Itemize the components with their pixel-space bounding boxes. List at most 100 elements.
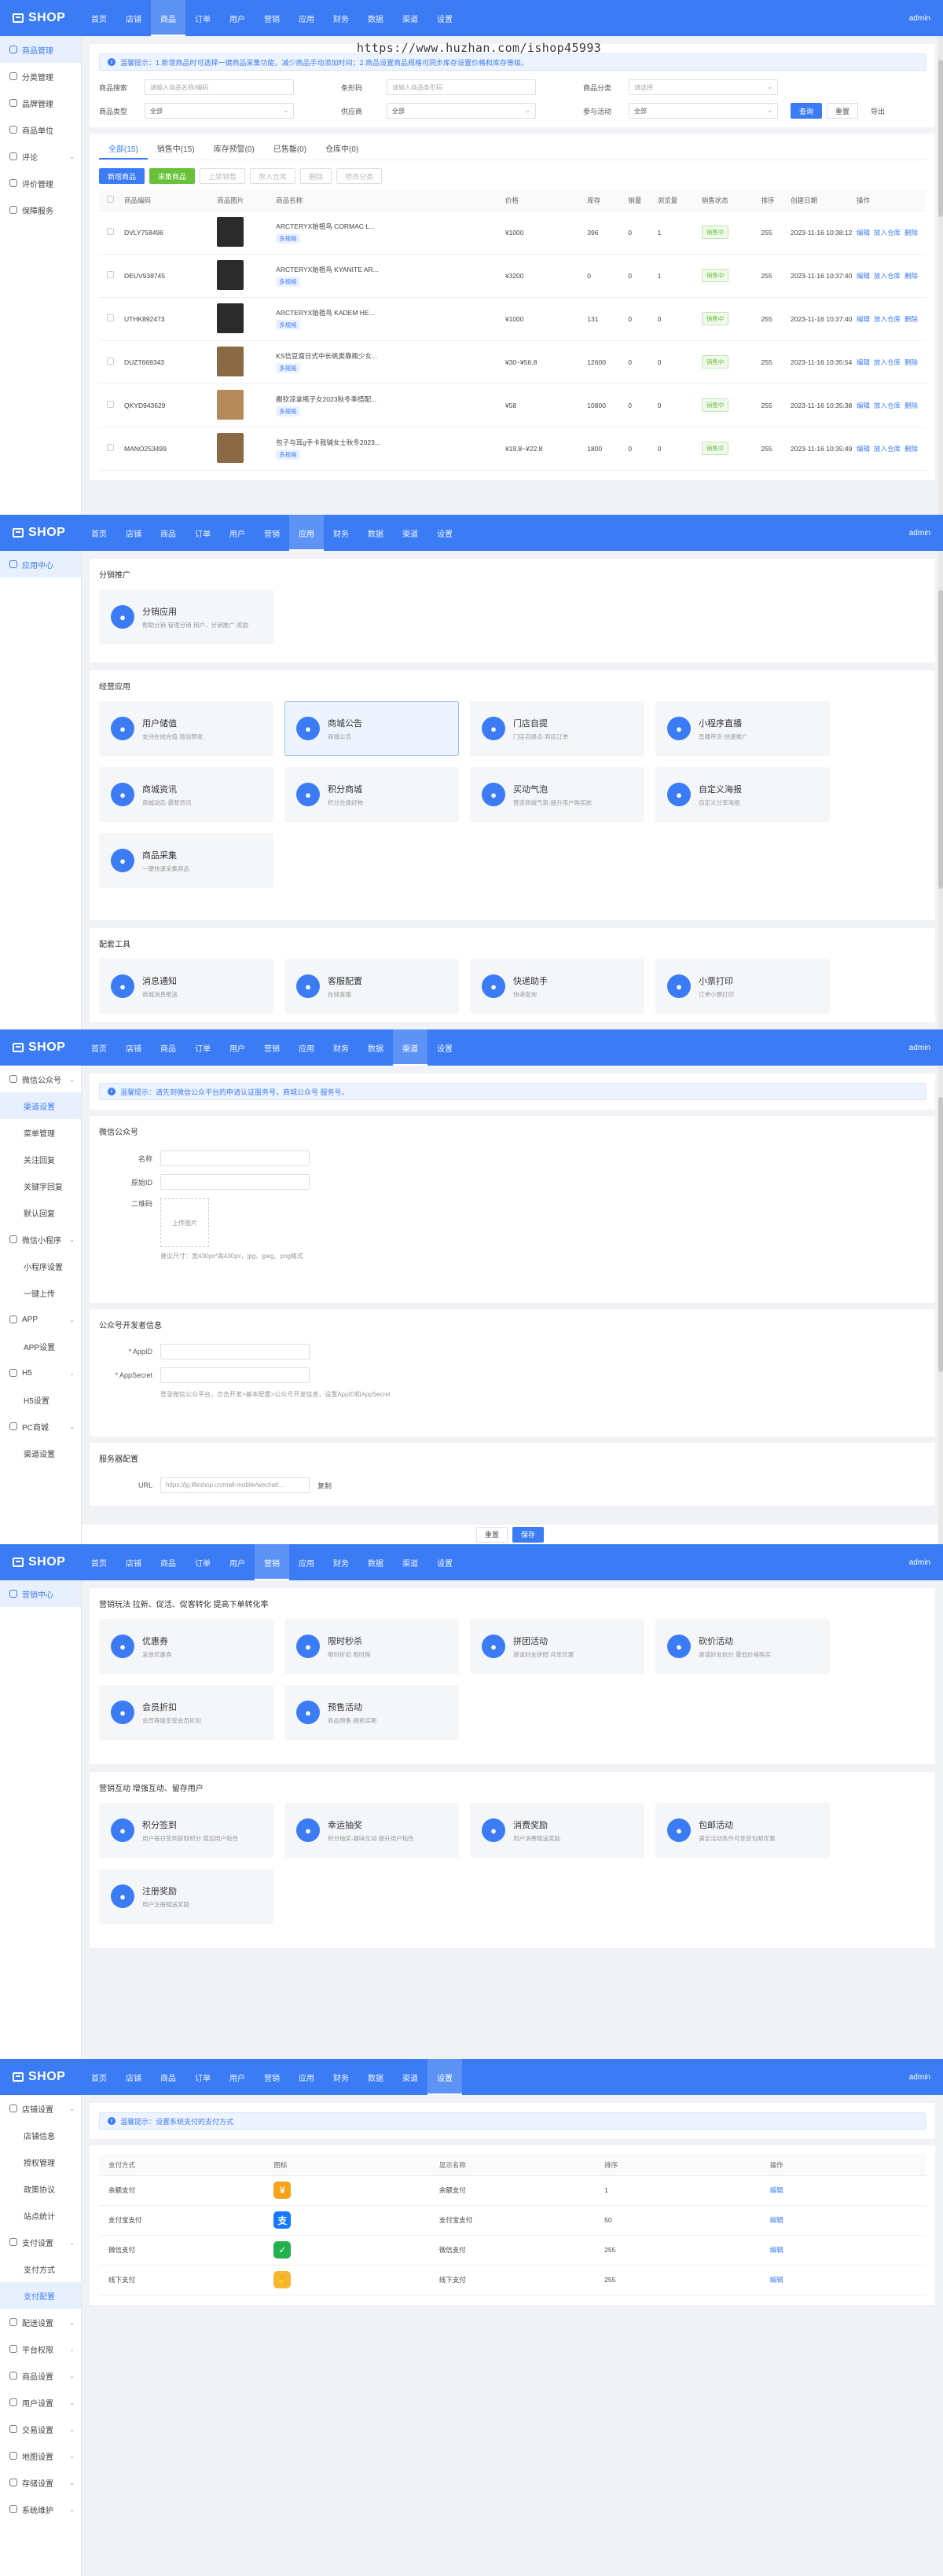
sidebar-item-4[interactable]: 关键字回复: [0, 1172, 81, 1199]
edit-link[interactable]: 编辑: [857, 315, 870, 323]
warehouse-link[interactable]: 放入仓库: [874, 445, 901, 453]
app-card-presale[interactable]: ● 预售活动 商品预售·提前买断: [284, 1685, 459, 1740]
nav-item-3[interactable]: 订单: [185, 515, 220, 551]
status-badge[interactable]: 销售中: [701, 442, 729, 455]
scrollbar-thumb[interactable]: [938, 1097, 943, 1372]
sidebar-item-8[interactable]: 配送设置 ⌄: [0, 2309, 81, 2336]
sidebar-item-3[interactable]: 关注回复: [0, 1146, 81, 1172]
goods-name[interactable]: ARCTERYX始祖鸟 KYANITE AR...: [276, 265, 505, 274]
sidebar-item-11[interactable]: 用户设置 ⌄: [0, 2389, 81, 2416]
warehouse-link[interactable]: 放入仓库: [874, 229, 901, 237]
status-badge[interactable]: 销售中: [701, 312, 729, 325]
app-card-bargain[interactable]: ● 砍价活动 邀请好友砍价 最低价格购买: [655, 1619, 830, 1674]
nav-item-3[interactable]: 订单: [185, 0, 220, 36]
nav-item-0[interactable]: 首页: [82, 515, 116, 551]
save-button[interactable]: 保存: [512, 1526, 545, 1543]
status-badge[interactable]: 销售中: [701, 226, 729, 239]
goods-name[interactable]: ARCTERYX始祖鸟 KADEM HE...: [276, 308, 505, 317]
row-checkbox[interactable]: [107, 271, 114, 278]
nav-item-8[interactable]: 数据: [358, 515, 393, 551]
sidebar-item-5[interactable]: 支付设置 ⌄: [0, 2229, 81, 2255]
sidebar-item-2[interactable]: 授权管理: [0, 2149, 81, 2175]
goods-name[interactable]: KS信豆腐日式中长帆类靠瓶少女...: [276, 351, 505, 361]
nav-item-2[interactable]: 商品: [151, 0, 185, 36]
edit-link[interactable]: 编辑: [770, 2246, 783, 2254]
app-card-service[interactable]: ● 客服配置 在线客服: [284, 959, 459, 1014]
sidebar-item-15[interactable]: 系统维护 ⌄: [0, 2496, 81, 2523]
sidebar-item-5[interactable]: 评价管理: [0, 170, 81, 196]
tab-3[interactable]: 已售罄(0): [264, 137, 316, 160]
collect-goods-button[interactable]: 采集商品: [149, 168, 196, 184]
activity-select[interactable]: 全部 ⌄: [629, 103, 778, 119]
category-select[interactable]: 请选择 ⌄: [629, 79, 778, 95]
row-checkbox[interactable]: [107, 358, 114, 365]
add-goods-button[interactable]: 新增商品: [99, 168, 145, 184]
scrollbar[interactable]: [938, 1066, 943, 1544]
nav-item-1[interactable]: 店铺: [116, 2059, 151, 2095]
nav-item-2[interactable]: 商品: [151, 515, 185, 551]
nav-item-10[interactable]: 设置: [427, 515, 462, 551]
goods-name[interactable]: 包子与耳g手卡我铺女士秋冬2023...: [276, 438, 505, 447]
shop-logo[interactable]: SHOP: [0, 1544, 82, 1580]
app-card-bell[interactable]: ● 商城公告 商城公告: [284, 701, 459, 756]
admin-user[interactable]: admin: [909, 529, 930, 538]
nav-item-6[interactable]: 应用: [289, 1544, 324, 1580]
shop-logo[interactable]: SHOP: [0, 0, 82, 36]
tab-2[interactable]: 库存预警(0): [204, 137, 264, 160]
sidebar-item-7[interactable]: 支付配置: [0, 2282, 81, 2309]
sidebar-item-2[interactable]: 菜单管理: [0, 1119, 81, 1146]
admin-user[interactable]: admin: [909, 2073, 930, 2082]
sidebar-item-3[interactable]: 政策协议: [0, 2175, 81, 2202]
row-checkbox[interactable]: [107, 228, 114, 235]
product-image[interactable]: [217, 303, 244, 333]
row-checkbox[interactable]: [107, 314, 114, 321]
nav-item-9[interactable]: 渠道: [393, 515, 427, 551]
warehouse-link[interactable]: 放入仓库: [874, 358, 901, 366]
url-input[interactable]: https://jg.lifeshop.cn/mall-mobile/wecha…: [160, 1477, 310, 1493]
nav-item-0[interactable]: 首页: [82, 2059, 116, 2095]
sidebar-item-0[interactable]: 微信公众号 ⌄: [0, 1066, 81, 1092]
nav-item-10[interactable]: 设置: [427, 1029, 462, 1066]
nav-item-9[interactable]: 渠道: [393, 1029, 427, 1066]
edit-link[interactable]: 编辑: [857, 229, 870, 237]
nav-item-3[interactable]: 订单: [185, 1544, 220, 1580]
product-image[interactable]: [217, 216, 244, 247]
shop-logo[interactable]: SHOP: [0, 515, 82, 551]
scrollbar[interactable]: [938, 36, 943, 515]
app-card-print[interactable]: ● 小票打印 订单小票打印: [655, 959, 830, 1014]
goods-search-input[interactable]: 请输入商品名称/编码: [145, 79, 294, 95]
sidebar-item-6[interactable]: 保障服务: [0, 196, 81, 223]
nav-item-10[interactable]: 设置: [427, 1544, 462, 1580]
app-card-reward[interactable]: ● 消费奖励 用户消费赠送奖励: [470, 1803, 644, 1858]
reset-button[interactable]: 重置: [827, 103, 859, 119]
sidebar-item-2[interactable]: 品牌管理: [0, 90, 81, 116]
nav-item-10[interactable]: 设置: [427, 0, 462, 36]
nav-item-4[interactable]: 用户: [220, 2059, 255, 2095]
tab-0[interactable]: 全部(15): [99, 137, 148, 160]
status-badge[interactable]: 销售中: [701, 355, 729, 369]
app-card-points[interactable]: ● 积分商城 积分兑换好物: [284, 767, 459, 822]
app-card-group[interactable]: ● 拼团活动 邀请好友拼团 共享优惠: [470, 1619, 644, 1674]
nav-item-2[interactable]: 商品: [151, 1029, 185, 1066]
nav-item-1[interactable]: 店铺: [116, 0, 151, 36]
product-image[interactable]: [217, 259, 244, 290]
nav-item-8[interactable]: 数据: [358, 2059, 393, 2095]
qrcode-upload[interactable]: 上传图片: [160, 1198, 209, 1247]
nav-item-9[interactable]: 渠道: [393, 0, 427, 36]
row-checkbox[interactable]: [107, 444, 114, 451]
sidebar-item-app-center[interactable]: 应用中心: [0, 551, 81, 578]
sidebar-item-marketing-center[interactable]: 营销中心: [0, 1580, 81, 1607]
edit-link[interactable]: 编辑: [857, 358, 870, 366]
app-card-message[interactable]: ● 消息通知 商城消息推送: [99, 959, 273, 1014]
edit-link[interactable]: 编辑: [770, 2216, 783, 2224]
edit-link[interactable]: 编辑: [857, 445, 870, 453]
app-card-news[interactable]: ● 商城资讯 商城动态·最新资讯: [99, 767, 273, 822]
nav-item-2[interactable]: 商品: [151, 1544, 185, 1580]
batch-b2-button[interactable]: 放入仓库: [250, 168, 296, 184]
admin-user[interactable]: admin: [909, 1558, 930, 1567]
name-input[interactable]: [160, 1150, 310, 1166]
sidebar-item-13[interactable]: PC商城 ⌄: [0, 1413, 81, 1440]
nav-item-1[interactable]: 店铺: [116, 1544, 151, 1580]
nav-item-8[interactable]: 数据: [358, 0, 393, 36]
product-image[interactable]: [217, 432, 244, 463]
